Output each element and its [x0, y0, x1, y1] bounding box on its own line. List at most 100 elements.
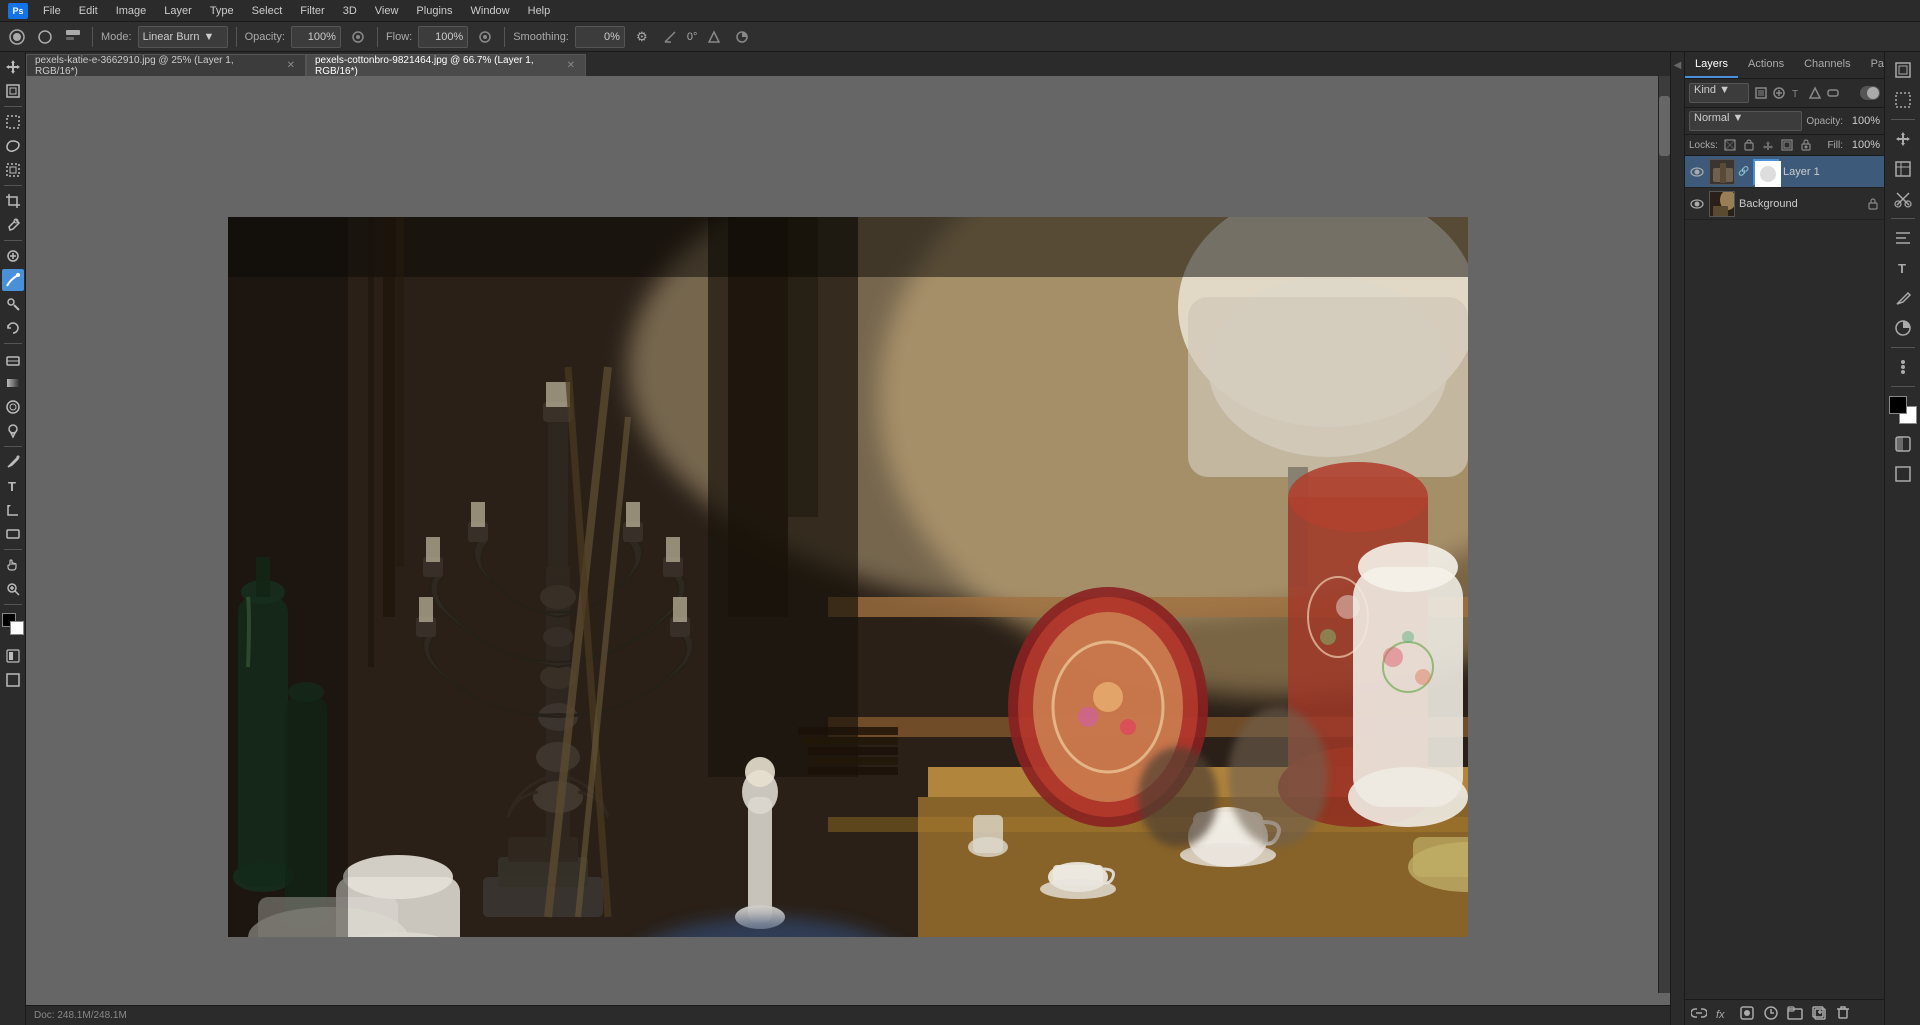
- strip-more-btn[interactable]: [1889, 353, 1917, 381]
- strip-quickmask-btn[interactable]: [1889, 430, 1917, 458]
- type-tool[interactable]: T: [2, 475, 24, 497]
- lock-position-icon[interactable]: [1760, 137, 1776, 153]
- rectangular-marquee-tool[interactable]: [2, 111, 24, 133]
- strip-select-btn[interactable]: [1889, 86, 1917, 114]
- strip-screen-mode-btn[interactable]: [1889, 460, 1917, 488]
- filter-smart-icon[interactable]: [1825, 85, 1841, 101]
- tab-channels[interactable]: Channels: [1794, 52, 1860, 78]
- strip-expand-btn[interactable]: [1889, 155, 1917, 183]
- menu-3d[interactable]: 3D: [336, 3, 364, 19]
- menu-type[interactable]: Type: [203, 3, 241, 19]
- move-tool[interactable]: [2, 56, 24, 78]
- filter-kind-dropdown[interactable]: Kind ▼: [1689, 83, 1749, 103]
- layer-2-visibility[interactable]: [1689, 196, 1705, 212]
- new-layer-btn[interactable]: [1809, 1003, 1829, 1023]
- flow-input[interactable]: [418, 26, 468, 48]
- lock-artboard-icon[interactable]: [1779, 137, 1795, 153]
- layer-group-btn[interactable]: [1785, 1003, 1805, 1023]
- brush-tool[interactable]: [2, 269, 24, 291]
- symmetry-btn[interactable]: [703, 26, 725, 48]
- object-select-tool[interactable]: [2, 159, 24, 181]
- strip-move-btn[interactable]: [1889, 125, 1917, 153]
- strip-edit-btn[interactable]: [1889, 56, 1917, 84]
- layer-fx-btn[interactable]: fx: [1713, 1003, 1733, 1023]
- dodge-tool[interactable]: [2, 420, 24, 442]
- crop-tool[interactable]: [2, 190, 24, 212]
- menu-layer[interactable]: Layer: [157, 3, 199, 19]
- spot-heal-tool[interactable]: [2, 245, 24, 267]
- lock-all-icon[interactable]: [1798, 137, 1814, 153]
- layer-adjustment-btn[interactable]: [1761, 1003, 1781, 1023]
- menu-plugins[interactable]: Plugins: [409, 3, 459, 19]
- document-tab-2[interactable]: pexels-cottonbro-9821464.jpg @ 66.7% (La…: [306, 54, 586, 76]
- vscroll-thumb[interactable]: [1659, 96, 1670, 156]
- blend-mode-layers-dropdown[interactable]: Normal ▼: [1689, 111, 1802, 131]
- filter-text-icon[interactable]: T: [1789, 85, 1805, 101]
- tab-2-close[interactable]: ✕: [565, 59, 577, 72]
- gradient-tool[interactable]: [2, 372, 24, 394]
- filter-shape-icon[interactable]: [1807, 85, 1823, 101]
- strip-type-btn[interactable]: T: [1889, 254, 1917, 282]
- fill-value[interactable]: 100%: [1845, 139, 1880, 151]
- blend-mode-dropdown[interactable]: Linear Burn ▼: [138, 26, 228, 48]
- tab-layers[interactable]: Layers: [1685, 52, 1738, 78]
- canvas-area[interactable]: [26, 76, 1670, 1005]
- color-mode-btn[interactable]: [731, 26, 753, 48]
- filter-pixel-icon[interactable]: [1753, 85, 1769, 101]
- lock-transparent-icon[interactable]: [1722, 137, 1738, 153]
- hand-tool[interactable]: [2, 554, 24, 576]
- brush-size-icon[interactable]: [34, 26, 56, 48]
- panel-collapse-btn[interactable]: ◀: [1670, 52, 1684, 1025]
- path-select-tool[interactable]: [2, 499, 24, 521]
- strip-color-btn[interactable]: [1889, 314, 1917, 342]
- filter-toggle[interactable]: [1860, 86, 1880, 100]
- document-tab-1[interactable]: pexels-katie-e-3662910.jpg @ 25% (Layer …: [26, 54, 306, 76]
- menu-select[interactable]: Select: [245, 3, 290, 19]
- lasso-tool[interactable]: [2, 135, 24, 157]
- menu-view[interactable]: View: [368, 3, 406, 19]
- tab-1-close[interactable]: ✕: [285, 59, 297, 72]
- menu-window[interactable]: Window: [464, 3, 517, 19]
- tab-actions[interactable]: Actions: [1738, 52, 1794, 78]
- eraser-tool[interactable]: [2, 348, 24, 370]
- screen-mode-btn[interactable]: [2, 669, 24, 691]
- background-color[interactable]: [10, 621, 24, 635]
- clone-stamp-tool[interactable]: [2, 293, 24, 315]
- quick-mask-btn[interactable]: [2, 645, 24, 667]
- menu-filter[interactable]: Filter: [293, 3, 331, 19]
- canvas-scrollbar-v[interactable]: [1658, 76, 1670, 993]
- opacity-value[interactable]: 100%: [1845, 115, 1880, 127]
- fg-swatch[interactable]: [1889, 396, 1907, 414]
- blur-tool[interactable]: [2, 396, 24, 418]
- layer-item-1[interactable]: 🔗 Layer 1: [1685, 156, 1884, 188]
- layer-item-2[interactable]: Background: [1685, 188, 1884, 220]
- artboard-tool[interactable]: [2, 80, 24, 102]
- smoothing-input[interactable]: [575, 26, 625, 48]
- foreground-background-colors[interactable]: [2, 613, 24, 635]
- opacity-pressure-btn[interactable]: [347, 26, 369, 48]
- brush-hardness-icon[interactable]: [62, 26, 84, 48]
- filter-adjustment-icon[interactable]: [1771, 85, 1787, 101]
- color-swatches[interactable]: [1889, 396, 1917, 424]
- menu-file[interactable]: File: [36, 3, 68, 19]
- menu-help[interactable]: Help: [521, 3, 558, 19]
- history-brush-tool[interactable]: [2, 317, 24, 339]
- layer-link-btn[interactable]: [1689, 1003, 1709, 1023]
- pen-tool[interactable]: [2, 451, 24, 473]
- strip-cut-btn[interactable]: [1889, 185, 1917, 213]
- menu-image[interactable]: Image: [109, 3, 154, 19]
- delete-layer-btn[interactable]: [1833, 1003, 1853, 1023]
- rectangle-tool[interactable]: [2, 523, 24, 545]
- layer-mask-btn[interactable]: [1737, 1003, 1757, 1023]
- opacity-input[interactable]: [291, 26, 341, 48]
- menu-edit[interactable]: Edit: [72, 3, 105, 19]
- zoom-tool[interactable]: [2, 578, 24, 600]
- lock-pixels-icon[interactable]: [1741, 137, 1757, 153]
- smoothing-settings-btn[interactable]: ⚙: [631, 26, 653, 48]
- brush-preset-picker[interactable]: [6, 26, 28, 48]
- strip-align-btn[interactable]: [1889, 224, 1917, 252]
- eyedropper-tool[interactable]: [2, 214, 24, 236]
- strip-pen-btn[interactable]: [1889, 284, 1917, 312]
- flow-pressure-btn[interactable]: [474, 26, 496, 48]
- layer-1-visibility[interactable]: [1689, 164, 1705, 180]
